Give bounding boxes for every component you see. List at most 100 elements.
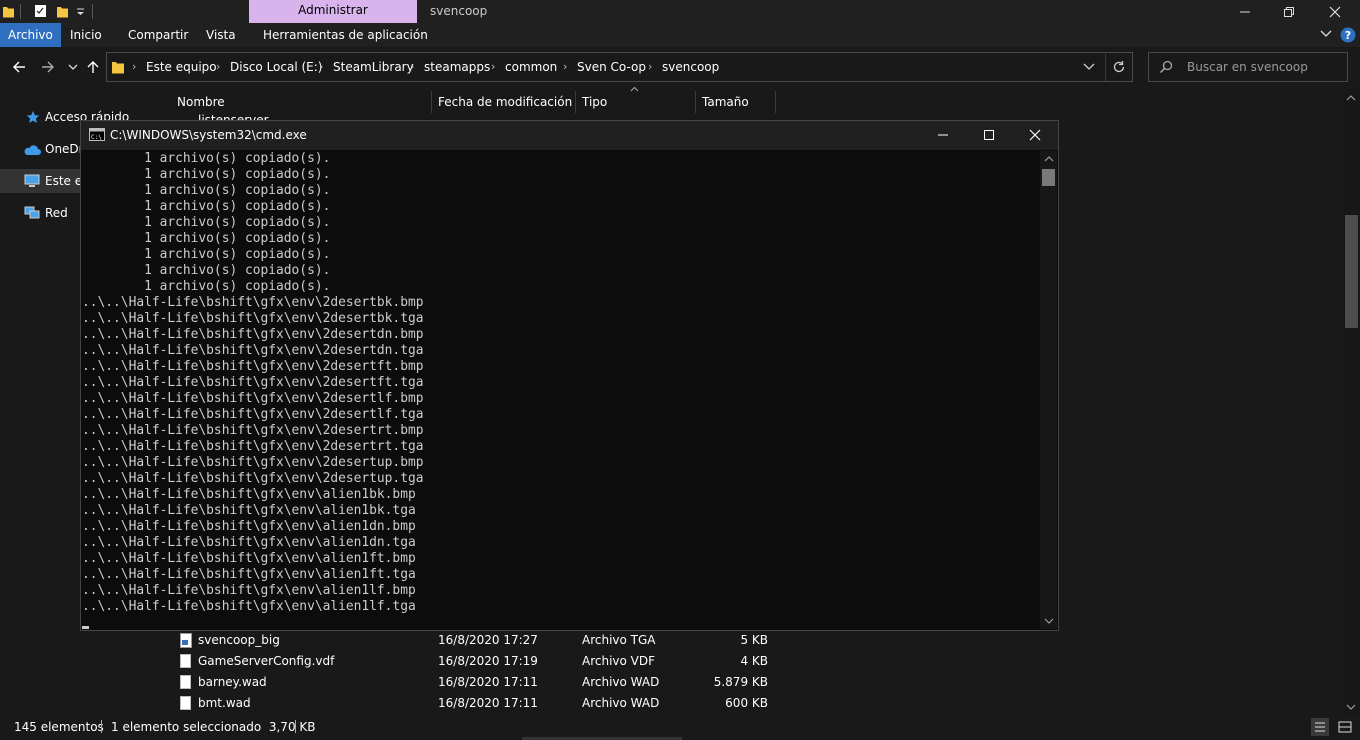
folder-icon[interactable] (2, 4, 14, 18)
console-line: ..\..\Half-Life\bshift\gfx\env\2desertft… (82, 375, 424, 390)
file-date: 16/8/2020 17:11 (438, 696, 538, 710)
search-placeholder: Buscar en svencoop (1187, 60, 1308, 74)
console-icon: C:\ (89, 128, 105, 141)
star-icon (26, 111, 40, 123)
console-line: ..\..\Half-Life\bshift\gfx\env\alien1ft.… (82, 567, 416, 582)
folder-icon (112, 62, 124, 74)
breadcrumb-disco-local[interactable]: Disco Local (E:) (230, 52, 322, 82)
close-icon (1029, 129, 1041, 141)
console-line: ..\..\Half-Life\bshift\gfx\env\alien1lf.… (82, 583, 416, 598)
file-icon (180, 696, 191, 710)
tab-vista[interactable]: Vista (199, 23, 243, 47)
table-row[interactable]: barney.wad 16/8/2020 17:11 Archivo WAD 5… (160, 672, 780, 693)
expand-ribbon-icon[interactable] (1320, 29, 1332, 39)
tab-herramientas[interactable]: Herramientas de aplicación (256, 23, 435, 47)
scroll-down-icon[interactable] (1346, 703, 1356, 711)
console-line: ..\..\Half-Life\bshift\gfx\env\2desertdn… (82, 343, 424, 358)
breadcrumb-separator: › (563, 60, 568, 73)
arrow-left-icon (13, 61, 25, 73)
console-line: 1 archivo(s) copiado(s). (82, 247, 331, 262)
window-title: svencoop (430, 4, 488, 18)
file-size: 5.879 KB (713, 675, 768, 689)
divider (20, 4, 21, 19)
cmd-close-button[interactable] (1012, 121, 1058, 149)
table-row[interactable]: svencoop_big 16/8/2020 17:27 Archivo TGA… (160, 630, 780, 651)
cmd-minimize-button[interactable] (920, 121, 966, 149)
nav-label: Red (45, 206, 68, 220)
forward-button[interactable] (37, 56, 59, 78)
breadcrumb-sven-coop[interactable]: Sven Co-op (577, 52, 646, 82)
console-cursor (82, 626, 89, 629)
cmd-scrollbar-thumb[interactable] (1042, 169, 1055, 186)
breadcrumb-separator: › (319, 60, 324, 73)
file-icon (180, 675, 191, 689)
console-output[interactable]: 1 archivo(s) copiado(s). 1 archivo(s) co… (82, 151, 1040, 629)
scrollbar-thumb[interactable] (1345, 215, 1358, 328)
console-line: ..\..\Half-Life\bshift\gfx\env\alien1bk.… (82, 503, 416, 518)
close-button[interactable] (1312, 0, 1358, 23)
divider (295, 720, 296, 733)
arrow-right-icon (42, 61, 54, 73)
file-name: barney.wad (198, 675, 267, 689)
customize-quick-access-icon[interactable] (76, 4, 86, 18)
console-line: 1 archivo(s) copiado(s). (82, 167, 331, 182)
console-line: ..\..\Half-Life\bshift\gfx\env\2desertdn… (82, 327, 424, 342)
context-tab-administrar[interactable]: Administrar (249, 0, 417, 23)
console-line: ..\..\Half-Life\bshift\gfx\env\alien1dn.… (82, 519, 416, 534)
console-line: 1 archivo(s) copiado(s). (82, 199, 331, 214)
breadcrumb-separator: › (648, 60, 653, 73)
file-type: Archivo VDF (582, 654, 656, 668)
breadcrumb-steamlibrary[interactable]: SteamLibrary (333, 52, 414, 82)
restore-icon (1284, 6, 1294, 17)
tab-archivo[interactable]: Archivo (0, 23, 61, 47)
help-icon[interactable]: ? (1340, 27, 1356, 43)
cmd-scrollbar[interactable] (1040, 151, 1057, 629)
table-row[interactable]: bmt.wad 16/8/2020 17:11 Archivo WAD 600 … (160, 693, 780, 714)
console-line: ..\..\Half-Life\bshift\gfx\env\alien1dn.… (82, 535, 416, 550)
minimize-button[interactable] (1222, 0, 1268, 23)
console-line: ..\..\Half-Life\bshift\gfx\env\2desertbk… (82, 311, 424, 326)
maximize-button[interactable] (1266, 0, 1312, 23)
title-bar (0, 0, 1360, 23)
console-line: 1 archivo(s) copiado(s). (82, 263, 331, 278)
computer-icon (24, 174, 40, 187)
cmd-maximize-button[interactable] (966, 121, 1012, 149)
details-view-icon[interactable] (1311, 718, 1329, 736)
chevron-down-icon (68, 64, 78, 70)
network-icon (24, 206, 40, 219)
console-line: ..\..\Half-Life\bshift\gfx\env\2desertbk… (82, 295, 424, 310)
recent-locations-button[interactable] (62, 56, 84, 78)
file-type: Archivo TGA (582, 633, 656, 647)
tab-inicio[interactable]: Inicio (63, 23, 109, 47)
file-list-scrollbar[interactable] (1343, 90, 1360, 715)
minimize-icon (938, 134, 948, 136)
breadcrumb-steamapps[interactable]: steamapps (424, 52, 490, 82)
selection-info: 1 elemento seleccionado 3,70 KB (111, 720, 316, 734)
console-line: ..\..\Half-Life\bshift\gfx\env\2desertlf… (82, 407, 424, 422)
breadcrumb-svencoop[interactable]: svencoop (662, 52, 719, 82)
console-line: 1 archivo(s) copiado(s). (82, 151, 331, 166)
scroll-up-icon[interactable] (1346, 94, 1356, 102)
file-size: 4 KB (740, 654, 768, 668)
large-icons-view-icon[interactable] (1336, 718, 1354, 736)
tab-compartir[interactable]: Compartir (121, 23, 195, 47)
up-button[interactable] (82, 56, 104, 78)
console-line: ..\..\Half-Life\bshift\gfx\env\2desertrt… (82, 423, 424, 438)
address-history-icon[interactable] (1083, 62, 1095, 72)
divider (101, 720, 102, 733)
close-icon (1329, 6, 1341, 17)
refresh-icon[interactable] (1112, 60, 1126, 74)
breadcrumb-este-equipo[interactable]: Este equipo (146, 52, 217, 82)
table-row[interactable]: GameServerConfig.vdf 16/8/2020 17:19 Arc… (160, 651, 780, 672)
new-folder-icon[interactable] (56, 4, 70, 18)
console-line: ..\..\Half-Life\bshift\gfx\env\2desertup… (82, 455, 424, 470)
file-size: 600 KB (725, 696, 768, 710)
scroll-down-icon[interactable] (1044, 617, 1054, 625)
breadcrumb-common[interactable]: common (505, 52, 557, 82)
search-icon (1159, 60, 1173, 74)
file-type: Archivo WAD (582, 696, 660, 710)
scroll-up-icon[interactable] (1044, 155, 1054, 163)
item-count: 145 elementos (14, 720, 104, 734)
back-button[interactable] (8, 56, 30, 78)
properties-icon[interactable] (34, 4, 48, 18)
